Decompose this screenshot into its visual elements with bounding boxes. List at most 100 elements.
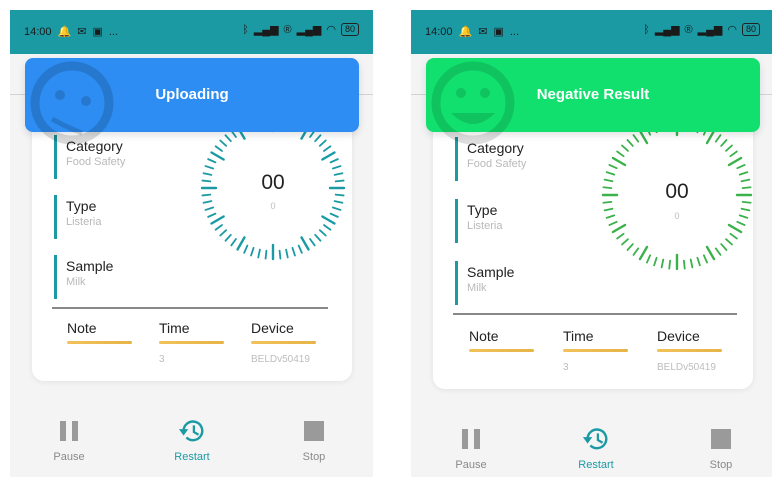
field-value: Food Safety: [66, 156, 126, 168]
pause-button[interactable]: Pause: [436, 425, 506, 471]
dial-tick: [725, 144, 733, 152]
column-value: 3: [563, 362, 569, 373]
pause-button[interactable]: Pause: [34, 417, 104, 463]
control-label: Pause: [53, 451, 85, 463]
column-device: Device BELDv50419: [251, 319, 321, 365]
signal-icon-2: ▂▄▆: [697, 24, 723, 36]
dial-tick: [738, 171, 749, 176]
field-sample: Sample Milk: [54, 255, 113, 299]
dial-tick: [646, 254, 652, 264]
dial-tick: [264, 249, 268, 260]
dial-tick: [323, 224, 332, 231]
dial-tick: [214, 145, 223, 152]
column-value: BELDv50419: [657, 362, 716, 373]
battery-icon: 80: [340, 23, 359, 36]
field-value: Milk: [467, 282, 487, 294]
dial-tick: [224, 233, 232, 242]
dial-tick: [321, 151, 336, 161]
dial-tick: [736, 220, 746, 226]
status-bar: 14:00 🔔 ✉ ▣ ... ᛒ ▂▄▆ ® ▂▄▆ ◠ 80: [411, 10, 772, 54]
dial-tick: [257, 248, 261, 259]
dial-tick: [243, 244, 249, 254]
dial-tick: [727, 156, 743, 167]
phone-screen-negative-result: 14:00 🔔 ✉ ▣ ... ᛒ ▂▄▆ ® ▂▄▆ ◠ 80 Categor…: [411, 10, 772, 477]
dial-tick: [720, 139, 728, 147]
timer-dial: 00 0: [601, 119, 753, 271]
dial-tick: [230, 238, 237, 247]
dial-tick: [329, 212, 339, 218]
dial-tick: [300, 236, 310, 251]
field-value: Listeria: [66, 216, 102, 228]
column-underline: [563, 349, 628, 352]
control-label: Stop: [302, 451, 326, 463]
dial-tick: [210, 151, 225, 161]
column-time: Time 3: [159, 319, 229, 365]
dial-tick: [689, 258, 694, 269]
dial-tick: [314, 134, 322, 143]
stop-button[interactable]: Stop: [279, 417, 349, 463]
restart-icon: [582, 425, 610, 453]
pause-icon: [457, 425, 485, 453]
column-header: Note: [67, 320, 97, 336]
control-label: Pause: [455, 459, 487, 471]
banner-text: Uploading: [155, 86, 229, 103]
pause-icon: [55, 417, 83, 445]
dial-tick: [318, 139, 327, 147]
dial-tick: [626, 139, 634, 147]
dial-tick: [332, 165, 342, 170]
dial-tick: [702, 254, 708, 264]
dial-tick: [214, 224, 223, 231]
dial-tick: [736, 164, 746, 170]
mail-icon: ✉: [478, 26, 488, 38]
dial-tick: [660, 258, 665, 269]
dial-tick: [250, 247, 255, 257]
section-divider: [52, 307, 328, 309]
column-note: Note: [67, 319, 137, 354]
test-info-card: Category Food Safety Type Listeria Sampl…: [433, 107, 753, 389]
dial-tick: [285, 248, 289, 259]
dial-tick: [321, 215, 336, 225]
restart-button[interactable]: Restart: [157, 417, 227, 463]
dial-tick: [632, 247, 640, 256]
column-value: BELDv50419: [251, 354, 310, 365]
dial-tick: [207, 212, 217, 218]
signal-icon-2: ▂▄▆: [296, 24, 322, 36]
column-underline: [657, 349, 722, 352]
dial-tick: [605, 171, 616, 176]
dial-tick: [611, 156, 627, 167]
dial-tick: [626, 243, 634, 251]
field-value: Food Safety: [467, 158, 527, 170]
dial-tick: [638, 129, 649, 145]
timer-dial: 00 0: [200, 115, 346, 261]
stop-icon: [707, 425, 735, 453]
notification-bell-icon: 🔔: [458, 26, 473, 38]
mail-icon: ✉: [77, 26, 87, 38]
restart-icon: [178, 417, 206, 445]
banner-text: Negative Result: [536, 86, 650, 103]
column-underline: [67, 341, 132, 344]
dial-tick: [314, 233, 322, 242]
bluetooth-icon: ᛒ: [242, 23, 249, 36]
column-header: Time: [159, 320, 190, 336]
status-more: ...: [509, 25, 520, 38]
field-value: Milk: [66, 276, 86, 288]
field-label: Sample: [467, 264, 515, 280]
battery-icon: 80: [741, 23, 760, 36]
field-label: Sample: [66, 258, 114, 274]
dial-tick: [705, 245, 716, 261]
field-type: Type Listeria: [455, 199, 502, 243]
dial-tick: [616, 232, 625, 240]
dial-tick: [608, 164, 618, 170]
dial-tick: [621, 238, 629, 246]
field-label: Type: [66, 198, 97, 214]
dial-tick: [638, 245, 649, 261]
field-value: Listeria: [467, 220, 503, 232]
wifi-icon: ◠: [727, 24, 737, 36]
column-underline: [469, 349, 534, 352]
dial-subvalue: 0: [270, 201, 276, 211]
dial-tick: [204, 165, 214, 170]
restart-button[interactable]: Restart: [561, 425, 631, 471]
dial-tick: [219, 229, 228, 237]
stop-button[interactable]: Stop: [686, 425, 756, 471]
dial-tick: [682, 259, 686, 270]
